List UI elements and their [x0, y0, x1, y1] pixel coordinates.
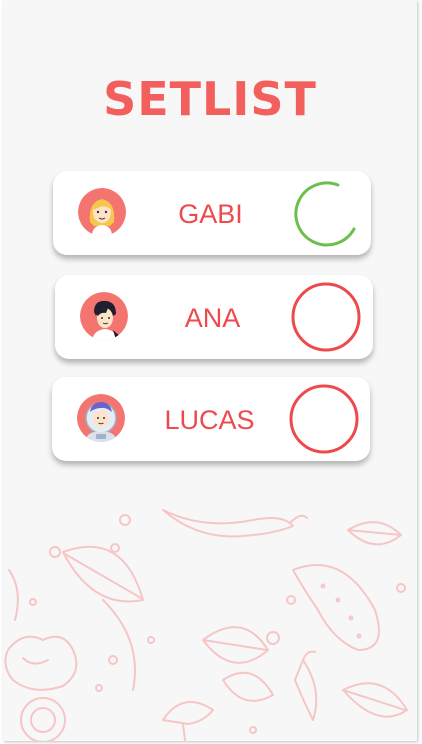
member-name: GABI — [178, 199, 243, 229]
member-card-ana[interactable]: ANA — [55, 275, 373, 359]
member-card-lucas[interactable]: LUCAS — [52, 377, 370, 461]
page-title: SETLIST — [103, 72, 317, 126]
pending-ring-icon[interactable] — [288, 383, 360, 455]
pending-ring-icon[interactable] — [290, 281, 362, 353]
member-name: LUCAS — [164, 405, 255, 435]
member-card-gabi[interactable]: GABI — [53, 171, 371, 255]
vegetable-pattern-background — [4, 509, 408, 741]
app-screen: SETLIST GABI ANA LUCAS — [3, 0, 417, 741]
avatar-dark-hair-icon — [80, 292, 128, 340]
avatar-astronaut-icon — [77, 394, 125, 442]
member-name: ANA — [184, 303, 241, 333]
avatar-blonde-girl-icon — [78, 188, 126, 236]
progress-ring-icon[interactable] — [290, 177, 362, 249]
